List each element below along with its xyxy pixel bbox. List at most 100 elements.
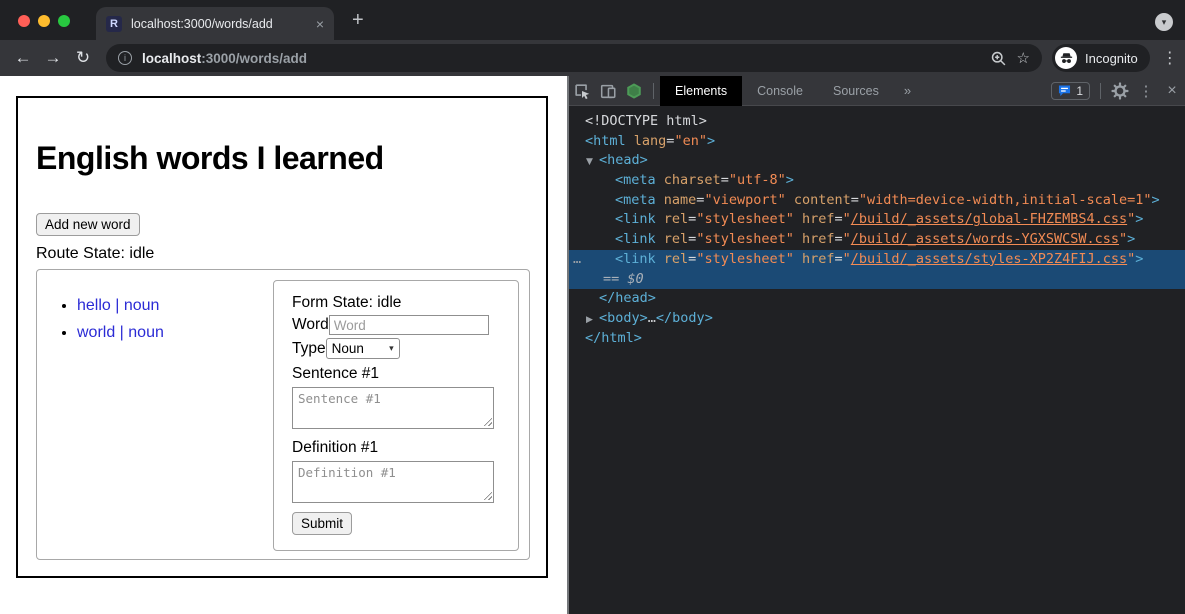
incognito-label: Incognito xyxy=(1085,51,1138,66)
browser-toolbar: ← → ↻ i localhost:3000/words/add ☆ Incog… xyxy=(0,40,1185,76)
tab-search-button[interactable]: ▾ xyxy=(1155,13,1173,31)
tab-elements[interactable]: Elements xyxy=(660,76,742,106)
code-token: "utf-8" xyxy=(729,172,786,188)
devtools-dom-row[interactable]: <link rel="stylesheet" href="/build/_ass… xyxy=(569,230,1185,250)
submit-button[interactable]: Submit xyxy=(292,512,352,535)
code-token xyxy=(786,192,794,208)
incognito-badge: Incognito xyxy=(1052,44,1150,72)
code-token: lang xyxy=(634,133,667,149)
code-token: > xyxy=(1127,231,1135,247)
devtools-dom-row[interactable]: ▶<body>…</body> xyxy=(569,309,1185,329)
devtools-dom-row[interactable]: </html> xyxy=(569,329,1185,349)
select-chevron-icon: ▾ xyxy=(389,343,394,354)
code-token: " xyxy=(1119,231,1127,247)
window-close-button[interactable] xyxy=(18,15,30,27)
code-token xyxy=(794,231,802,247)
type-select-value: Noun xyxy=(332,341,364,356)
back-button[interactable]: ← xyxy=(8,48,38,68)
new-tab-button[interactable]: + xyxy=(352,9,364,32)
issues-bubble-icon xyxy=(1058,85,1071,97)
code-token xyxy=(794,251,802,267)
type-select[interactable]: Noun ▾ xyxy=(326,338,400,359)
devtools-dom-row[interactable]: == $0 xyxy=(569,270,1185,290)
word-label: Word xyxy=(292,316,329,334)
web-page: English words I learned Add new word Rou… xyxy=(0,76,567,614)
devtools-close-icon[interactable]: × xyxy=(1159,76,1185,106)
tab-sources[interactable]: Sources xyxy=(818,76,894,106)
code-token: > xyxy=(786,172,794,188)
address-bar[interactable]: i localhost:3000/words/add ☆ xyxy=(106,44,1042,72)
code-token: > xyxy=(1152,192,1160,208)
settings-gear-icon[interactable] xyxy=(1107,76,1133,106)
window-minimize-button[interactable] xyxy=(38,15,50,27)
code-token: rel xyxy=(664,211,688,227)
inspect-element-icon[interactable] xyxy=(569,76,595,106)
stylesheet-link[interactable]: /build/_assets/global-FHZEMBS4.css xyxy=(851,211,1127,227)
code-token xyxy=(656,192,664,208)
devtools-dom-row[interactable]: ▼<head> xyxy=(569,151,1185,171)
add-new-word-button[interactable]: Add new word xyxy=(36,213,140,236)
code-token: "stylesheet" xyxy=(696,251,794,267)
code-token: " xyxy=(843,251,851,267)
app-outer-box: English words I learned Add new word Rou… xyxy=(16,96,548,578)
incognito-icon xyxy=(1055,47,1077,69)
tab-close-icon[interactable]: × xyxy=(316,17,324,31)
devtools-dom-row[interactable]: <!DOCTYPE html> xyxy=(569,112,1185,132)
devtools-dom-row[interactable]: …<link rel="stylesheet" href="/build/_as… xyxy=(569,250,1185,270)
devtools-dom-row[interactable]: <meta charset="utf-8"> xyxy=(569,171,1185,191)
form-state-text: Form State: idle xyxy=(292,294,500,312)
code-token: <meta xyxy=(615,192,656,208)
code-token: = xyxy=(851,192,859,208)
stylesheet-link[interactable]: /build/_assets/words-YGXSWCSW.css xyxy=(851,231,1119,247)
browser-tab[interactable]: R localhost:3000/words/add × xyxy=(96,7,334,40)
code-token: > xyxy=(1135,211,1143,227)
code-token: "width=device-width,initial-scale=1" xyxy=(859,192,1152,208)
device-toolbar-icon[interactable] xyxy=(595,76,621,106)
code-token xyxy=(656,251,664,267)
reload-button[interactable]: ↻ xyxy=(68,48,98,68)
code-token: "stylesheet" xyxy=(696,231,794,247)
code-token: </head> xyxy=(599,290,656,306)
code-token xyxy=(794,211,802,227)
devtools-dom-row[interactable]: </head> xyxy=(569,289,1185,309)
site-info-icon[interactable]: i xyxy=(118,51,132,65)
url-path: :3000/words/add xyxy=(201,51,307,66)
code-token: <meta xyxy=(615,172,656,188)
code-token: " xyxy=(843,211,851,227)
code-token: <link xyxy=(615,231,656,247)
words-container: hello | noun world | noun Form State: idl… xyxy=(36,269,530,560)
word-input[interactable] xyxy=(329,315,489,335)
word-link[interactable]: hello | noun xyxy=(77,297,159,314)
code-token: <link xyxy=(615,251,656,267)
code-token: </body> xyxy=(656,310,713,326)
code-token: <body> xyxy=(599,310,648,326)
devtools-menu-icon[interactable]: ⋮ xyxy=(1133,76,1159,106)
remix-favicon-icon: R xyxy=(106,16,122,32)
code-token: > xyxy=(707,133,715,149)
code-token: </html> xyxy=(585,330,642,346)
sentence-label: Sentence #1 xyxy=(292,365,500,383)
forward-button[interactable]: → xyxy=(38,48,68,68)
devtools-dom-row[interactable]: <link rel="stylesheet" href="/build/_ass… xyxy=(569,210,1185,230)
more-tabs-icon[interactable]: » xyxy=(904,83,911,98)
tab-console[interactable]: Console xyxy=(742,76,818,106)
code-token: "stylesheet" xyxy=(696,211,794,227)
code-token: = xyxy=(835,211,843,227)
sentence-textarea[interactable] xyxy=(292,387,494,429)
row-actions-ellipsis-icon[interactable]: … xyxy=(573,250,582,270)
code-token: name xyxy=(664,192,697,208)
zoom-icon[interactable] xyxy=(990,50,1007,67)
issues-counter[interactable]: 1 xyxy=(1051,82,1090,100)
browser-menu-icon[interactable]: ⋮ xyxy=(1160,48,1180,68)
window-zoom-button[interactable] xyxy=(58,15,70,27)
devtools-dom-row[interactable]: <meta name="viewport" content="width=dev… xyxy=(569,191,1185,211)
bookmark-star-icon[interactable]: ☆ xyxy=(1017,49,1030,67)
code-token: = xyxy=(835,231,843,247)
extension-hexagon-icon[interactable] xyxy=(621,76,647,106)
code-token: <link xyxy=(615,211,656,227)
stylesheet-link[interactable]: /build/_assets/styles-XP2Z4FIJ.css xyxy=(851,251,1127,267)
definition-textarea[interactable] xyxy=(292,461,494,503)
word-link[interactable]: world | noun xyxy=(77,324,164,341)
devtools-dom-row[interactable]: <html lang="en"> xyxy=(569,132,1185,152)
type-label: Type xyxy=(292,340,326,358)
